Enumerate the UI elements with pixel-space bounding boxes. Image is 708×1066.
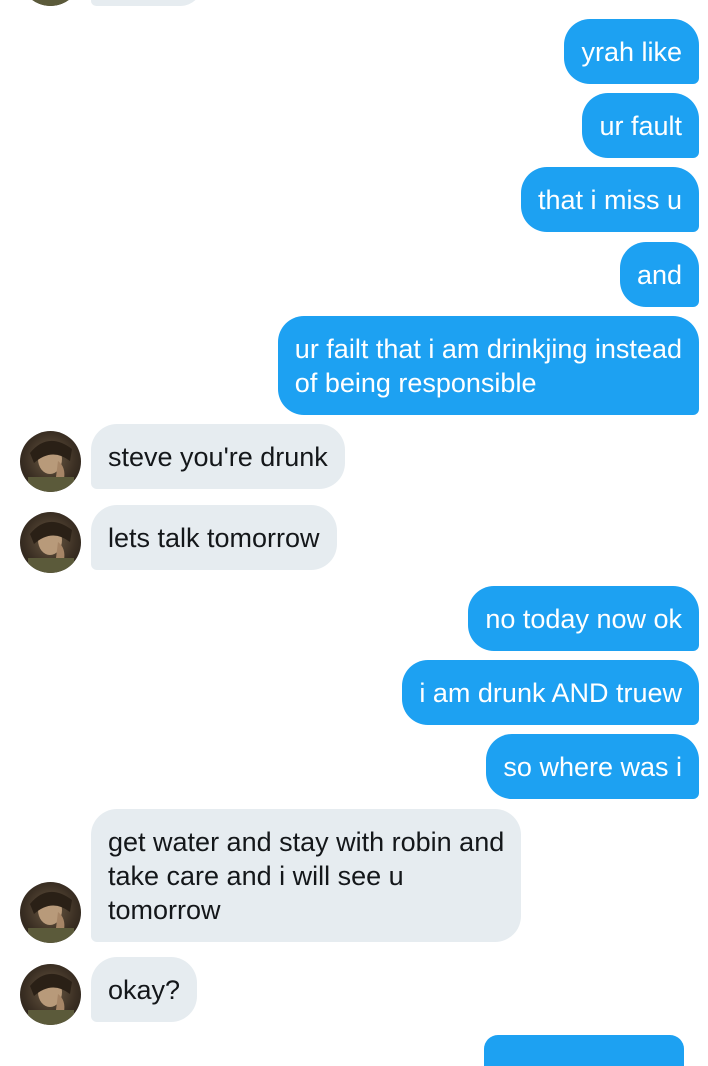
message-bubble-outgoing[interactable]: ur fault (582, 93, 699, 158)
message-bubble-outgoing[interactable]: so where was i (486, 734, 699, 799)
message-bubble-outgoing[interactable]: and (619, 242, 699, 307)
message-bubble-partial (484, 1035, 684, 1066)
message-bubble-incoming[interactable]: steve you're drunk (91, 424, 345, 489)
contact-avatar[interactable] (20, 512, 81, 573)
message-bubble-incoming[interactable]: lets talk tomorrow (91, 505, 337, 570)
message-bubble-outgoing[interactable]: yrah like (564, 19, 699, 84)
contact-avatar[interactable] (20, 882, 81, 943)
message-bubble-outgoing[interactable]: ur failt that i am drinkjing instead of … (277, 316, 699, 415)
contact-avatar[interactable] (20, 431, 81, 492)
contact-avatar[interactable] (20, 964, 81, 1025)
message-bubble-outgoing[interactable]: i am drunk AND truew (402, 660, 699, 725)
message-bubble-incoming[interactable]: get water and stay with robin and take c… (91, 809, 522, 942)
message-bubble-partial (91, 0, 203, 6)
message-bubble-outgoing[interactable]: that i miss u (520, 167, 699, 232)
message-bubble-outgoing[interactable]: no today now ok (468, 586, 699, 651)
message-bubble-incoming[interactable]: okay? (91, 957, 198, 1022)
contact-avatar[interactable] (20, 0, 81, 6)
